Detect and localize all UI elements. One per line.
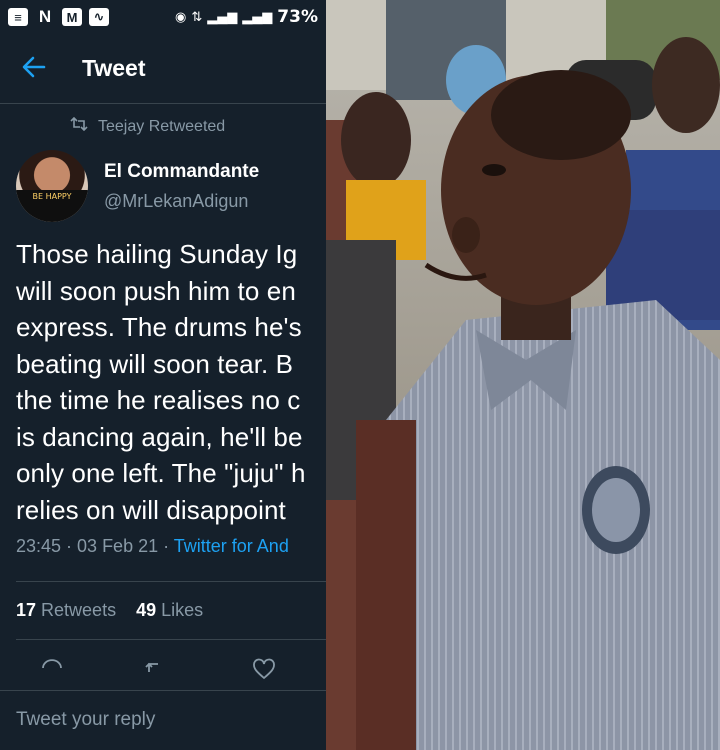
retweets-stat[interactable]: 17 Retweets <box>16 600 116 620</box>
tweet-line: will soon push him to en <box>16 275 296 306</box>
retweets-label: Retweets <box>36 600 117 620</box>
retweets-count: 17 <box>16 600 37 620</box>
news-photo <box>326 0 720 750</box>
retweet-button-icon[interactable] <box>144 658 166 680</box>
signal-icon-2: ▂▄▆ <box>242 9 273 25</box>
author-name[interactable]: El Commandante <box>104 161 259 183</box>
tweet-meta: 23:45 · 03 Feb 21 · Twitter for And <box>0 528 326 557</box>
tweet-timestamp: 23:45 · 03 Feb 21 · <box>16 536 174 556</box>
hotspot-icon: ◉ <box>175 9 187 25</box>
retweeted-indicator[interactable]: Teejay Retweeted <box>0 104 326 136</box>
likes-count: 49 <box>136 600 157 620</box>
signal-icon: ▂▄▆ <box>207 9 238 25</box>
data-transfer-icon: ⇅ <box>191 9 203 25</box>
tweet-client-link[interactable]: Twitter for And <box>174 536 289 556</box>
twitter-screenshot: ≡ N M ∿ ◉ ⇅ ▂▄▆ ▂▄▆ 73% Tweet Teejay Ret… <box>0 0 326 750</box>
reply-input[interactable]: Tweet your reply <box>0 690 326 750</box>
tweet-author[interactable]: BE HAPPY El Commandante @MrLekanAdigun <box>0 136 326 222</box>
arrow-left-icon[interactable] <box>22 55 82 83</box>
tweet-line: beating will soon tear. B <box>16 348 294 379</box>
tweet-line: the time he realises no c <box>16 385 301 415</box>
avatar-caption: BE HAPPY <box>16 190 88 222</box>
tweet-line: Those hailing Sunday Ig <box>16 239 298 269</box>
retweet-icon <box>70 116 88 136</box>
pulse-icon: ∿ <box>89 8 109 26</box>
reply-icon[interactable] <box>40 658 62 680</box>
like-icon[interactable] <box>252 658 275 680</box>
news-app-icon: ≡ <box>8 8 28 26</box>
page-title: Tweet <box>82 55 146 81</box>
tweet-line: only one left. The "juju" h <box>16 458 306 488</box>
status-bar: ≡ N M ∿ ◉ ⇅ ▂▄▆ ▂▄▆ 73% <box>0 0 326 34</box>
tweet-line: is dancing again, he'll be <box>16 421 303 452</box>
retweeted-label: Teejay Retweeted <box>98 117 226 135</box>
battery-level: 73% <box>277 7 318 27</box>
avatar[interactable]: BE HAPPY <box>16 150 88 222</box>
notification-app-icon: N <box>38 7 52 26</box>
tweet-actions <box>0 640 326 690</box>
tweet-line: express. The drums he's <box>16 312 302 342</box>
author-handle[interactable]: @MrLekanAdigun <box>104 191 259 212</box>
tweet-line: relies on will disappoint <box>16 494 286 525</box>
tweet-text: Those hailing Sunday Ig will soon push h… <box>0 222 326 528</box>
tweet-stats: 17 Retweets 49 Likes <box>0 582 326 639</box>
likes-label: Likes <box>156 600 204 620</box>
tweet-header: Tweet <box>0 34 326 104</box>
crowd-photo-illustration <box>326 0 720 750</box>
likes-stat[interactable]: 49 Likes <box>136 600 203 620</box>
mail-icon: M <box>62 8 82 26</box>
